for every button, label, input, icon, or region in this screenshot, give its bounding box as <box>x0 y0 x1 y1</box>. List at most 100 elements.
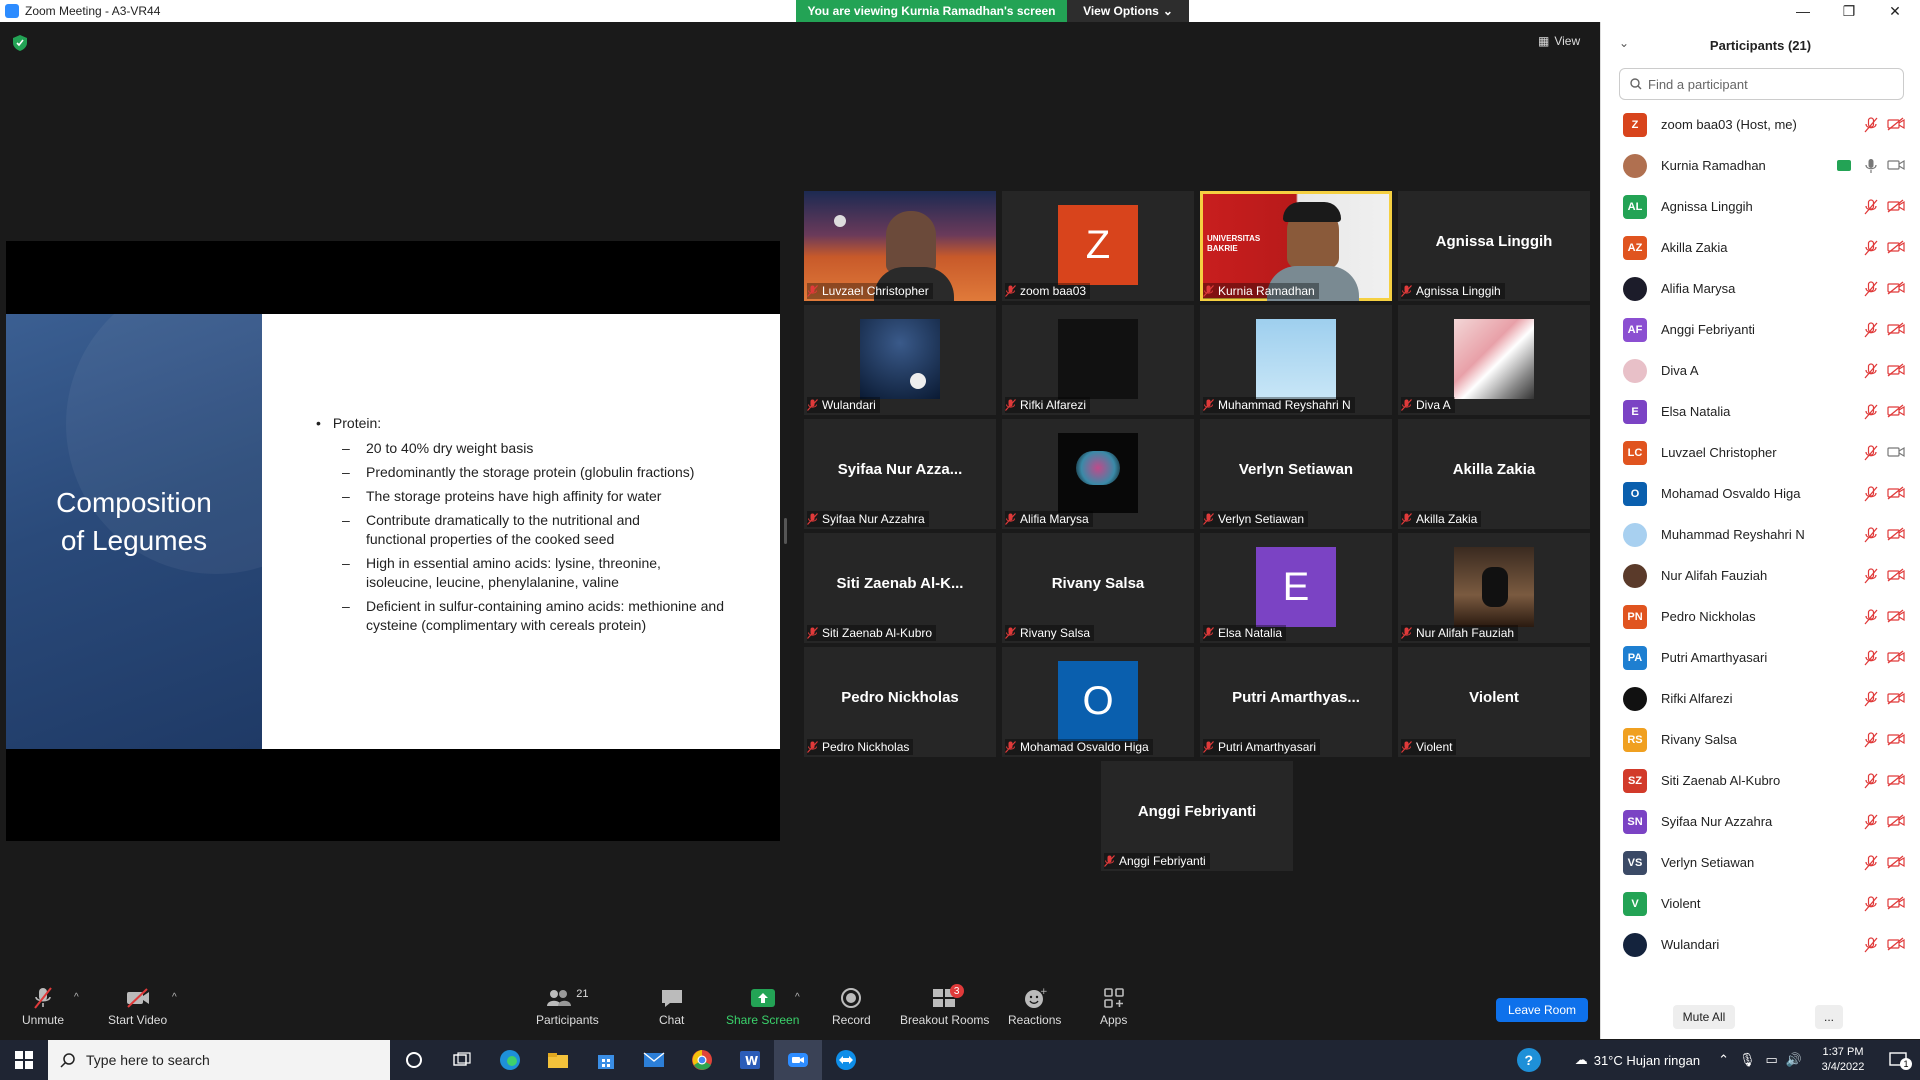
mic-muted-icon[interactable] <box>1864 322 1878 338</box>
video-tile[interactable]: Verlyn Setiawan Verlyn Setiawan <box>1200 419 1392 529</box>
video-tile[interactable]: O Mohamad Osvaldo Higa <box>1002 647 1194 757</box>
teamviewer-icon[interactable] <box>822 1040 870 1080</box>
video-tile[interactable]: Luvzael Christopher <box>804 191 996 301</box>
participant-row[interactable]: PA Putri Amarthyasari <box>1601 637 1920 678</box>
video-off-icon[interactable] <box>1887 814 1905 828</box>
mic-muted-icon[interactable] <box>1864 199 1878 215</box>
participant-row[interactable]: PN Pedro Nickholas <box>1601 596 1920 637</box>
video-off-icon[interactable] <box>1887 199 1905 213</box>
video-off-icon[interactable] <box>1887 650 1905 664</box>
video-off-icon[interactable] <box>1887 322 1905 336</box>
mic-muted-icon[interactable] <box>1864 117 1878 133</box>
video-off-icon[interactable] <box>1887 404 1905 418</box>
leave-room-button[interactable]: Leave Room <box>1496 998 1588 1022</box>
share-screen-button[interactable]: Share Screen <box>726 986 799 1027</box>
view-layout-button[interactable]: ▦ View <box>1538 34 1580 48</box>
participant-row[interactable]: E Elsa Natalia <box>1601 391 1920 432</box>
video-tile[interactable]: Syifaa Nur Azza... Syifaa Nur Azzahra <box>804 419 996 529</box>
mic-muted-icon[interactable] <box>1864 773 1878 789</box>
participant-row[interactable]: AZ Akilla Zakia <box>1601 227 1920 268</box>
mic-muted-icon[interactable] <box>1864 445 1878 461</box>
network-icon[interactable]: ▭ <box>1766 1052 1778 1068</box>
video-tile[interactable]: Diva A <box>1398 305 1590 415</box>
volume-icon[interactable]: 🔊 <box>1786 1052 1802 1068</box>
resize-handle[interactable] <box>784 518 787 544</box>
unmute-button[interactable]: Unmute <box>22 986 64 1027</box>
mic-muted-icon[interactable] <box>1864 281 1878 297</box>
video-tile[interactable]: Zzoom baa03 <box>1002 191 1194 301</box>
chevron-down-icon[interactable]: ⌄ <box>1619 36 1629 50</box>
video-off-icon[interactable] <box>1887 937 1905 951</box>
mic-muted-icon[interactable] <box>1864 404 1878 420</box>
mic-muted-icon[interactable] <box>1864 814 1878 830</box>
record-button[interactable]: Record <box>832 986 871 1027</box>
video-off-icon[interactable] <box>1887 773 1905 787</box>
maximize-button[interactable]: ❐ <box>1826 0 1872 22</box>
mic-muted-icon[interactable] <box>1864 486 1878 502</box>
video-tile[interactable]: Wulandari <box>804 305 996 415</box>
participant-row[interactable]: Zzoom baa03 (Host, me) <box>1601 104 1920 145</box>
video-tile[interactable]: E Elsa Natalia <box>1200 533 1392 643</box>
participant-row[interactable]: SN Syifaa Nur Azzahra <box>1601 801 1920 842</box>
mail-icon[interactable] <box>630 1040 678 1080</box>
show-hidden-icons-icon[interactable]: ⌃ <box>1718 1052 1729 1068</box>
audio-options-caret[interactable]: ^ <box>74 992 79 1003</box>
task-view-button[interactable] <box>438 1040 486 1080</box>
notifications-button[interactable]: 1 <box>1876 1040 1920 1080</box>
weather-icon[interactable]: ☁ <box>1575 1052 1588 1068</box>
microsoft-store-icon[interactable] <box>582 1040 630 1080</box>
video-tile[interactable]: Rivany Salsa Rivany Salsa <box>1002 533 1194 643</box>
video-icon[interactable] <box>1887 158 1905 172</box>
video-tile[interactable]: Siti Zaenab Al-K... Siti Zaenab Al-Kubro <box>804 533 996 643</box>
video-off-icon[interactable] <box>1887 609 1905 623</box>
participant-row[interactable]: VS Verlyn Setiawan <box>1601 842 1920 883</box>
security-shield-icon[interactable] <box>13 35 27 51</box>
weather-text[interactable]: 31°C Hujan ringan <box>1594 1053 1700 1068</box>
participant-row[interactable]: Diva A <box>1601 350 1920 391</box>
video-tile[interactable]: Pedro Nickholas Pedro Nickholas <box>804 647 996 757</box>
mic-muted-icon[interactable] <box>1864 855 1878 871</box>
participant-row[interactable]: LC Luvzael Christopher <box>1601 432 1920 473</box>
participant-row[interactable]: O Mohamad Osvaldo Higa <box>1601 473 1920 514</box>
breakout-rooms-button[interactable]: 3 Breakout Rooms <box>900 984 989 1027</box>
taskbar-search-box[interactable]: Type here to search <box>48 1040 390 1080</box>
mic-muted-icon[interactable] <box>1864 691 1878 707</box>
video-off-icon[interactable] <box>1887 691 1905 705</box>
video-off-icon[interactable] <box>1887 732 1905 746</box>
video-off-icon[interactable] <box>1887 363 1905 377</box>
participant-row[interactable]: AF Anggi Febriyanti <box>1601 309 1920 350</box>
participant-row[interactable]: AL Agnissa Linggih <box>1601 186 1920 227</box>
minimize-button[interactable]: — <box>1780 0 1826 22</box>
participants-button[interactable]: 21 Participants <box>536 986 599 1027</box>
mic-muted-icon[interactable] <box>1864 363 1878 379</box>
reactions-button[interactable]: + Reactions <box>1008 986 1061 1027</box>
video-tile[interactable]: Nur Alifah Fauziah <box>1398 533 1590 643</box>
video-off-icon[interactable] <box>1887 855 1905 869</box>
video-tile[interactable]: Violent Violent <box>1398 647 1590 757</box>
edge-browser-icon[interactable] <box>486 1040 534 1080</box>
participant-row[interactable]: Rifki Alfarezi <box>1601 678 1920 719</box>
more-options-button[interactable]: ... <box>1815 1005 1843 1029</box>
shared-screen[interactable]: Composition of Legumes • Protein: –20 to … <box>6 241 780 841</box>
mic-muted-icon[interactable] <box>1864 732 1878 748</box>
video-off-icon[interactable] <box>1887 486 1905 500</box>
apps-button[interactable]: Apps <box>1100 986 1127 1027</box>
video-tile[interactable]: Rifki Alfarezi <box>1002 305 1194 415</box>
video-tile[interactable]: Muhammad Reyshahri N <box>1200 305 1392 415</box>
word-icon[interactable]: W <box>726 1040 774 1080</box>
mic-muted-icon[interactable] <box>1864 568 1878 584</box>
help-icon[interactable]: ? <box>1516 1048 1541 1072</box>
mic-muted-icon[interactable] <box>1864 240 1878 256</box>
video-tile[interactable]: Putri Amarthyas... Putri Amarthyasari <box>1200 647 1392 757</box>
video-off-icon[interactable] <box>1887 281 1905 295</box>
clock[interactable]: 1:37 PM 3/4/2022 <box>1810 1045 1876 1075</box>
mic-muted-icon[interactable] <box>1864 527 1878 543</box>
participant-search-input[interactable]: Find a participant <box>1619 68 1904 100</box>
video-off-icon[interactable] <box>1887 896 1905 910</box>
chrome-icon[interactable] <box>678 1040 726 1080</box>
cortana-button[interactable] <box>390 1040 438 1080</box>
participant-row[interactable]: RS Rivany Salsa <box>1601 719 1920 760</box>
share-options-caret[interactable]: ^ <box>795 992 800 1003</box>
view-options-button[interactable]: View Options ⌄ <box>1067 0 1189 22</box>
video-off-icon[interactable] <box>1887 240 1905 254</box>
